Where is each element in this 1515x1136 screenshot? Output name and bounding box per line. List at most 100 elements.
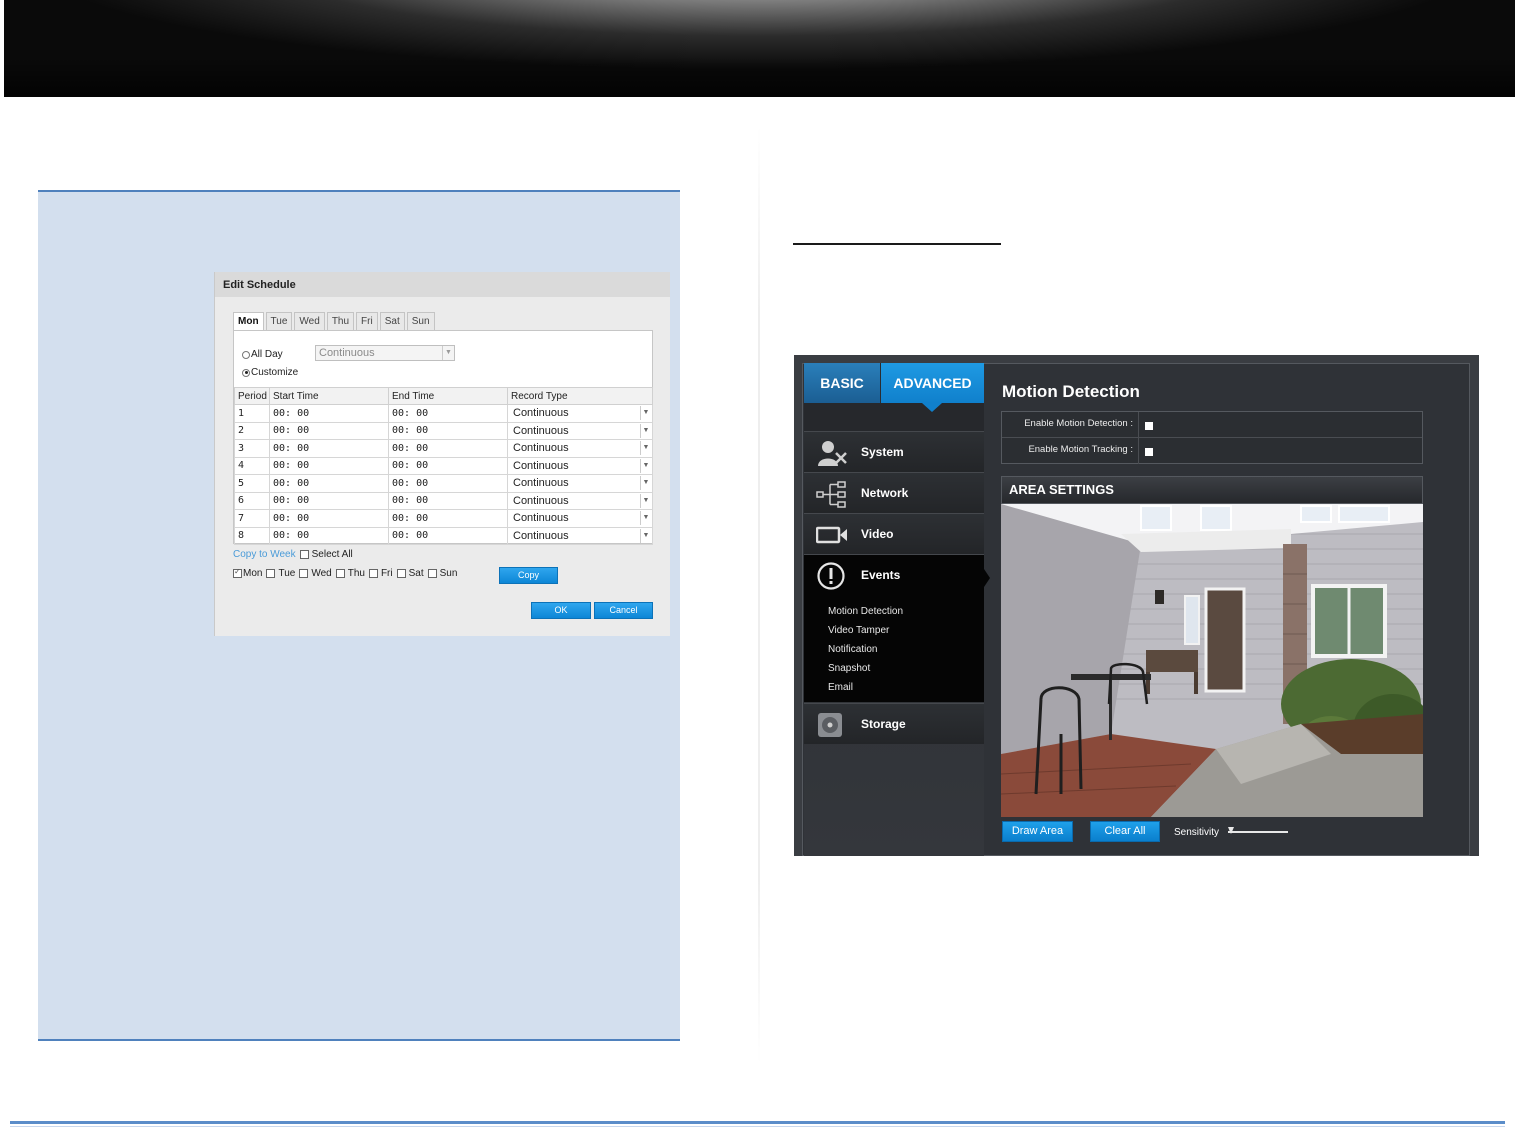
copy-day-sat[interactable]: Sat xyxy=(396,568,424,579)
start-time-input[interactable]: 00: 00 xyxy=(269,526,389,545)
end-time-input[interactable]: 00: 00 xyxy=(388,404,508,423)
end-time-input[interactable]: 00: 00 xyxy=(388,421,508,440)
enable-motion-tracking-checkbox[interactable] xyxy=(1145,448,1153,456)
tab-mon[interactable]: Mon xyxy=(233,312,264,331)
record-type-select[interactable]: Continuous ▼ xyxy=(507,491,653,510)
table-row: 3 00: 00 00: 00 Continuous ▼ xyxy=(234,439,653,458)
customize-option[interactable]: Customize xyxy=(242,367,298,378)
all-day-record-select[interactable]: Continuous ▼ xyxy=(315,345,455,361)
tab-fri[interactable]: Fri xyxy=(356,312,378,330)
record-type-value: Continuous xyxy=(513,424,569,437)
end-time-input[interactable]: 00: 00 xyxy=(388,456,508,475)
end-time-input[interactable]: 00: 00 xyxy=(388,491,508,510)
select-all-checkbox[interactable] xyxy=(299,550,309,559)
enable-motion-detection-checkbox[interactable] xyxy=(1145,422,1153,430)
chevron-down-icon: ▼ xyxy=(640,511,651,525)
ok-button[interactable]: OK xyxy=(531,602,591,619)
copy-day-tue[interactable]: Tue xyxy=(266,568,295,579)
subitem-motion-detection[interactable]: Motion Detection xyxy=(828,602,903,621)
sidebar-item-storage[interactable]: Storage xyxy=(804,703,984,744)
cancel-button[interactable]: Cancel xyxy=(594,602,653,619)
chevron-down-icon: ▼ xyxy=(640,406,651,420)
record-type-select[interactable]: Continuous ▼ xyxy=(507,456,653,475)
chevron-down-icon: ▼ xyxy=(640,493,651,508)
table-row: 6 00: 00 00: 00 Continuous ▼ xyxy=(234,491,653,510)
sensitivity-label: Sensitivity xyxy=(1174,827,1220,838)
chevron-down-icon: ▼ xyxy=(640,528,651,543)
copy-day-label: Sun xyxy=(439,568,458,579)
copy-day-sun-checkbox[interactable] xyxy=(427,569,437,578)
copy-day-thu[interactable]: Thu xyxy=(335,568,365,579)
sensitivity-slider[interactable] xyxy=(1228,831,1288,833)
period-cell: 6 xyxy=(234,491,270,510)
content-panel: Motion Detection Enable Motion Detection… xyxy=(988,363,1468,856)
end-time-input[interactable]: 00: 00 xyxy=(388,439,508,458)
subitem-snapshot[interactable]: Snapshot xyxy=(828,659,903,678)
tab-advanced[interactable]: ADVANCED xyxy=(881,363,984,403)
tab-sat[interactable]: Sat xyxy=(379,312,405,330)
copy-day-mon-checkbox[interactable] xyxy=(233,567,242,578)
enable-motion-tracking-row: Enable Motion Tracking : xyxy=(1002,438,1422,464)
sidebar-item-network[interactable]: Network xyxy=(804,472,984,513)
start-time-input[interactable]: 00: 00 xyxy=(269,474,389,493)
end-time-input[interactable]: 00: 00 xyxy=(388,474,508,493)
copy-day-thu-checkbox[interactable] xyxy=(335,569,345,578)
all-day-label: All Day xyxy=(251,349,283,360)
start-time-input[interactable]: 00: 00 xyxy=(269,491,389,510)
copy-day-wed-checkbox[interactable] xyxy=(299,569,309,578)
record-type-value: Continuous xyxy=(513,512,569,525)
copy-button[interactable]: Copy xyxy=(499,567,558,584)
start-time-input[interactable]: 00: 00 xyxy=(269,456,389,475)
subitem-notification[interactable]: Notification xyxy=(828,640,903,659)
copy-day-mon[interactable]: Mon xyxy=(233,567,262,579)
camera-preview-image[interactable] xyxy=(1001,504,1423,817)
record-type-select[interactable]: Continuous ▼ xyxy=(507,509,653,528)
schedule-table: Period Start Time End Time Record Type 1… xyxy=(234,387,653,545)
start-time-input[interactable]: 00: 00 xyxy=(269,439,389,458)
record-type-select[interactable]: Continuous ▼ xyxy=(507,439,653,458)
copy-days-row: Mon Tue Wed Thu Fri Sat Sun xyxy=(233,567,461,579)
tab-sun[interactable]: Sun xyxy=(406,312,435,330)
sidebar-item-events[interactable]: Events Motion Detection Video Tamper Not… xyxy=(804,554,990,702)
end-time-input[interactable]: 00: 00 xyxy=(388,526,508,545)
copy-day-sun[interactable]: Sun xyxy=(427,568,458,579)
record-type-select[interactable]: Continuous ▼ xyxy=(507,526,653,545)
record-type-select[interactable]: Continuous ▼ xyxy=(507,421,653,440)
customize-radio[interactable] xyxy=(242,368,250,377)
col-end-time: End Time xyxy=(388,387,508,405)
record-type-select[interactable]: Continuous ▼ xyxy=(507,404,653,423)
copy-day-fri[interactable]: Fri xyxy=(368,568,393,579)
camera-ui-screenshot: BASIC ADVANCED System Network Video Even… xyxy=(794,355,1479,856)
tab-thu[interactable]: Thu xyxy=(326,312,355,330)
draw-area-button[interactable]: Draw Area xyxy=(1002,821,1073,842)
page-title: Motion Detection xyxy=(1002,382,1140,401)
sidebar-item-video[interactable]: Video xyxy=(804,513,984,554)
start-time-input[interactable]: 00: 00 xyxy=(269,421,389,440)
copy-day-wed[interactable]: Wed xyxy=(299,568,332,579)
copy-day-fri-checkbox[interactable] xyxy=(368,569,378,578)
copy-day-sat-checkbox[interactable] xyxy=(396,569,406,578)
copy-day-tue-checkbox[interactable] xyxy=(266,569,276,578)
all-day-radio[interactable] xyxy=(242,350,250,359)
sensitivity-slider-handle[interactable] xyxy=(1228,827,1234,834)
sidebar-item-label: Video xyxy=(861,527,894,541)
subitem-video-tamper[interactable]: Video Tamper xyxy=(828,621,903,640)
period-cell: 7 xyxy=(234,509,270,528)
record-type-value: Continuous xyxy=(513,477,569,490)
table-row: 4 00: 00 00: 00 Continuous ▼ xyxy=(234,456,653,475)
subitem-email[interactable]: Email xyxy=(828,678,903,697)
clear-all-button[interactable]: Clear All xyxy=(1090,821,1160,842)
end-time-input[interactable]: 00: 00 xyxy=(388,509,508,528)
start-time-input[interactable]: 00: 00 xyxy=(269,404,389,423)
record-type-select[interactable]: Continuous ▼ xyxy=(507,474,653,493)
header-banner xyxy=(4,0,1515,97)
tab-tue[interactable]: Tue xyxy=(265,312,293,330)
heading-underline xyxy=(793,243,1001,245)
tab-wed[interactable]: Wed xyxy=(294,312,325,330)
start-time-input[interactable]: 00: 00 xyxy=(269,509,389,528)
copy-day-label: Thu xyxy=(347,568,365,579)
tab-basic[interactable]: BASIC xyxy=(804,363,880,403)
system-icon xyxy=(818,441,847,466)
all-day-option[interactable]: All Day xyxy=(242,349,283,360)
sidebar-item-system[interactable]: System xyxy=(804,431,984,472)
